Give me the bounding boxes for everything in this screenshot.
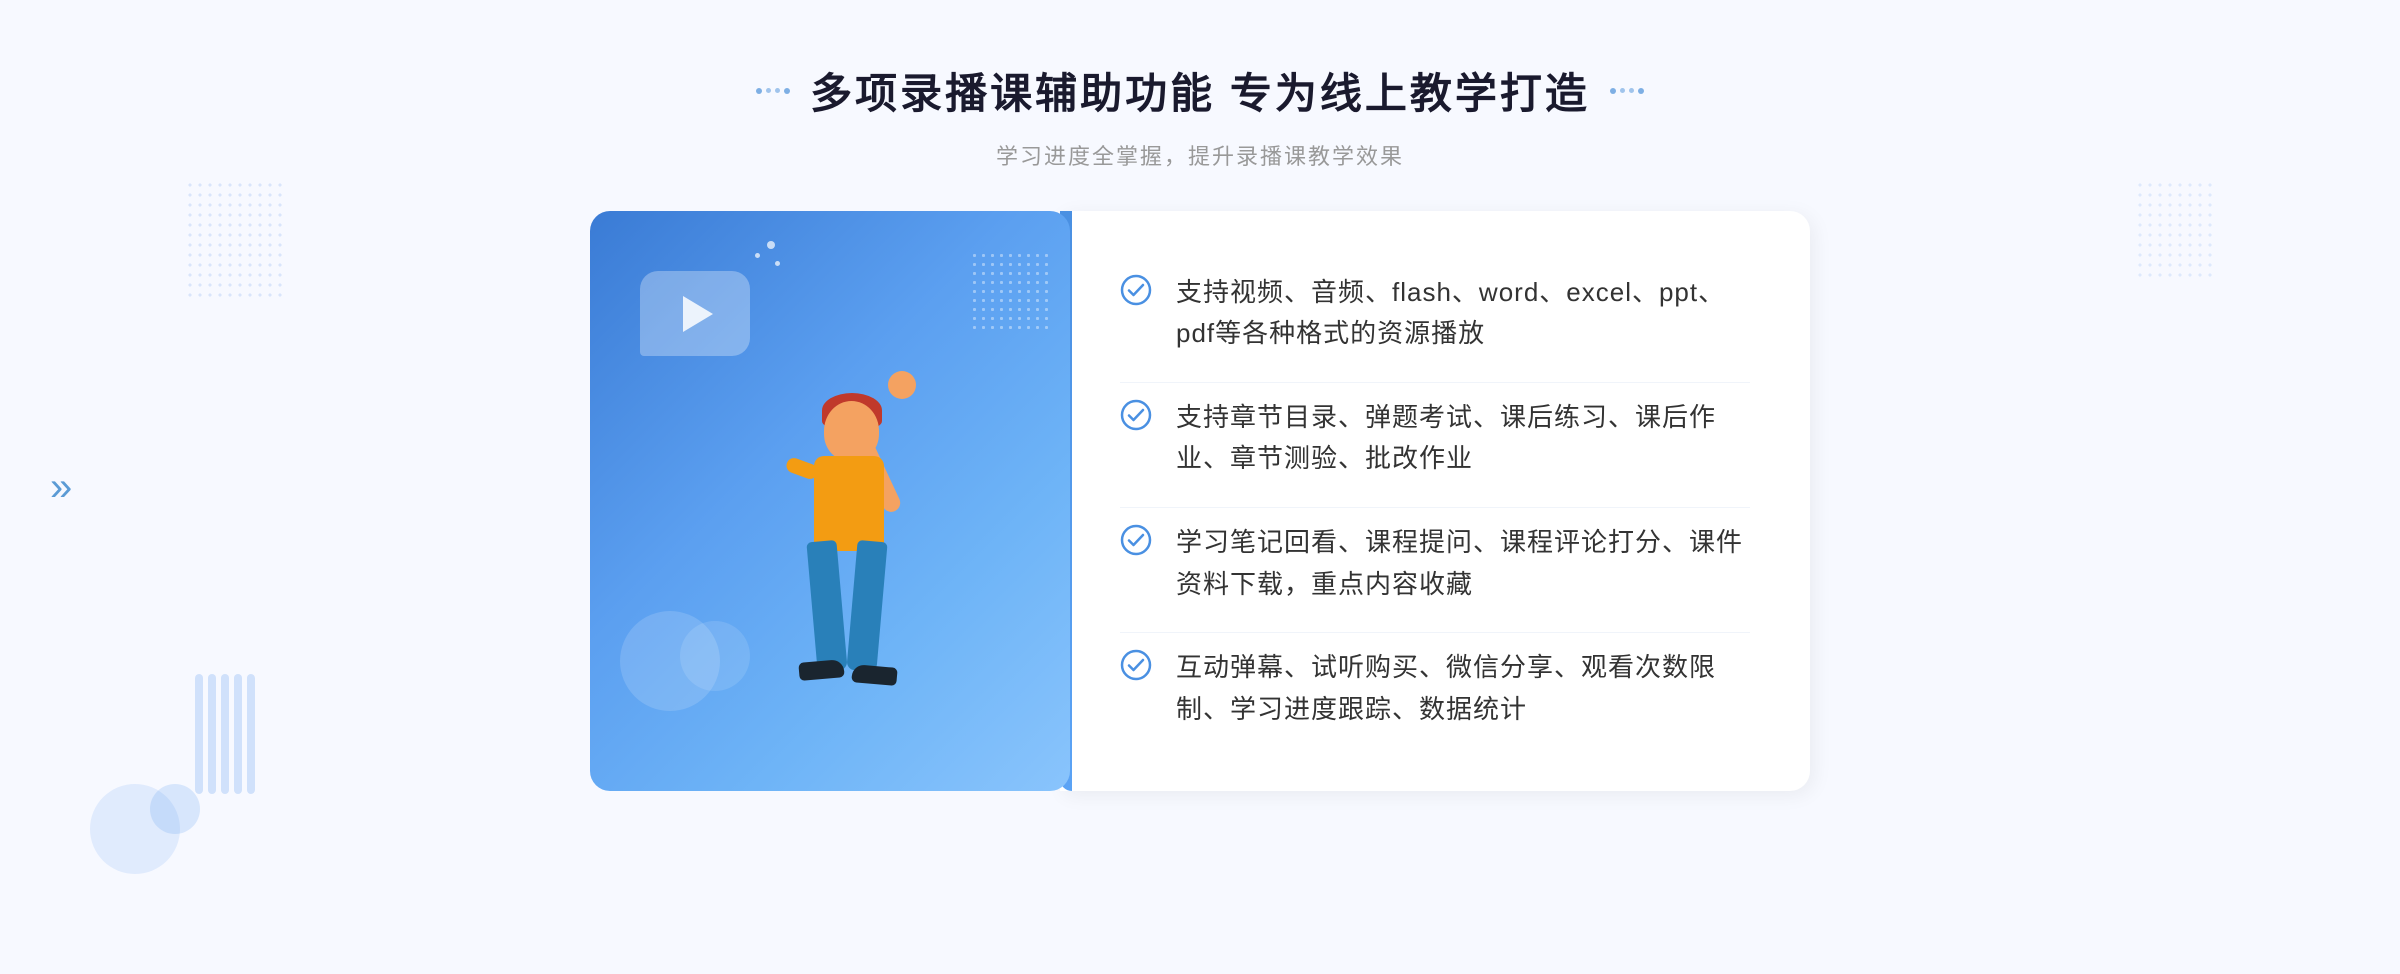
stripe-5 [247,674,255,794]
title-decorator-left [756,88,790,94]
feature-text-4: 互动弹幕、试听购买、微信分享、观看次数限制、学习进度跟踪、数据统计 [1176,647,1750,730]
feature-text-1: 支持视频、音频、flash、word、excel、ppt、pdf等各种格式的资源… [1176,272,1750,355]
stripe-4 [234,674,242,794]
dot-8 [1638,88,1644,94]
dot-4 [784,88,790,94]
dot-3 [775,88,780,93]
char-leg-left [806,540,847,672]
check-icon-1 [1120,274,1152,306]
decorative-stripes [195,674,255,794]
char-head [824,401,879,461]
check-icon-4 [1120,649,1152,681]
decorative-dots-left [185,180,285,300]
header-section: 多项录播课辅助功能 专为线上教学打造 学习进度全掌握，提升录播课教学效果 [756,60,1644,171]
feature-item-3: 学习笔记回看、课程提问、课程评论打分、课件资料下载，重点内容收藏 [1120,507,1750,619]
left-chevrons: » [50,467,72,507]
dot-7 [1629,88,1634,93]
feature-item-1: 支持视频、音频、flash、word、excel、ppt、pdf等各种格式的资源… [1120,258,1750,369]
chevron-icon: » [50,467,72,507]
feature-text-3: 学习笔记回看、课程提问、课程评论打分、课件资料下载，重点内容收藏 [1176,522,1750,605]
dot-2 [766,88,771,93]
stripe-1 [195,674,203,794]
dot-6 [1620,88,1625,93]
dot-5 [1610,88,1616,94]
page-title: 多项录播课辅助功能 专为线上教学打造 [810,60,1590,121]
page-container: » 多项录播课辅助功能 专为线上教学打造 [0,0,2400,974]
check-icon-3 [1120,524,1152,556]
decorative-dots-right [2135,180,2215,280]
card-circle-medium [680,621,750,691]
character-illustration [704,331,984,791]
sparkle-dot-3 [775,261,780,266]
char-leg-right [846,540,887,672]
feature-text-2: 支持章节目录、弹题考试、课后练习、课后作业、章节测验、批改作业 [1176,397,1750,480]
right-panel: 支持视频、音频、flash、word、excel、ppt、pdf等各种格式的资源… [1060,211,1810,791]
char-shoe-right [851,664,897,686]
image-card [590,211,1070,791]
play-icon [683,296,713,332]
card-dots [970,251,1050,331]
page-subtitle: 学习进度全掌握，提升录播课教学效果 [756,139,1644,171]
main-content: 支持视频、音频、flash、word、excel、ppt、pdf等各种格式的资源… [500,211,1900,791]
check-icon-2 [1120,399,1152,431]
title-row: 多项录播课辅助功能 专为线上教学打造 [756,60,1644,121]
dot-1 [756,88,762,94]
feature-item-4: 互动弹幕、试听购买、微信分享、观看次数限制、学习进度跟踪、数据统计 [1120,632,1750,744]
sparkle-dot-2 [767,241,775,249]
char-body [814,456,884,551]
stripe-2 [208,674,216,794]
sparkle-dot-1 [755,253,760,258]
deco-circle-small [150,784,200,834]
stripe-3 [221,674,229,794]
char-shoe-left [798,659,844,681]
char-hand [888,371,916,399]
char-arm-left [784,456,819,481]
feature-item-2: 支持章节目录、弹题考试、课后练习、课后作业、章节测验、批改作业 [1120,382,1750,494]
title-decorator-right [1610,88,1644,94]
